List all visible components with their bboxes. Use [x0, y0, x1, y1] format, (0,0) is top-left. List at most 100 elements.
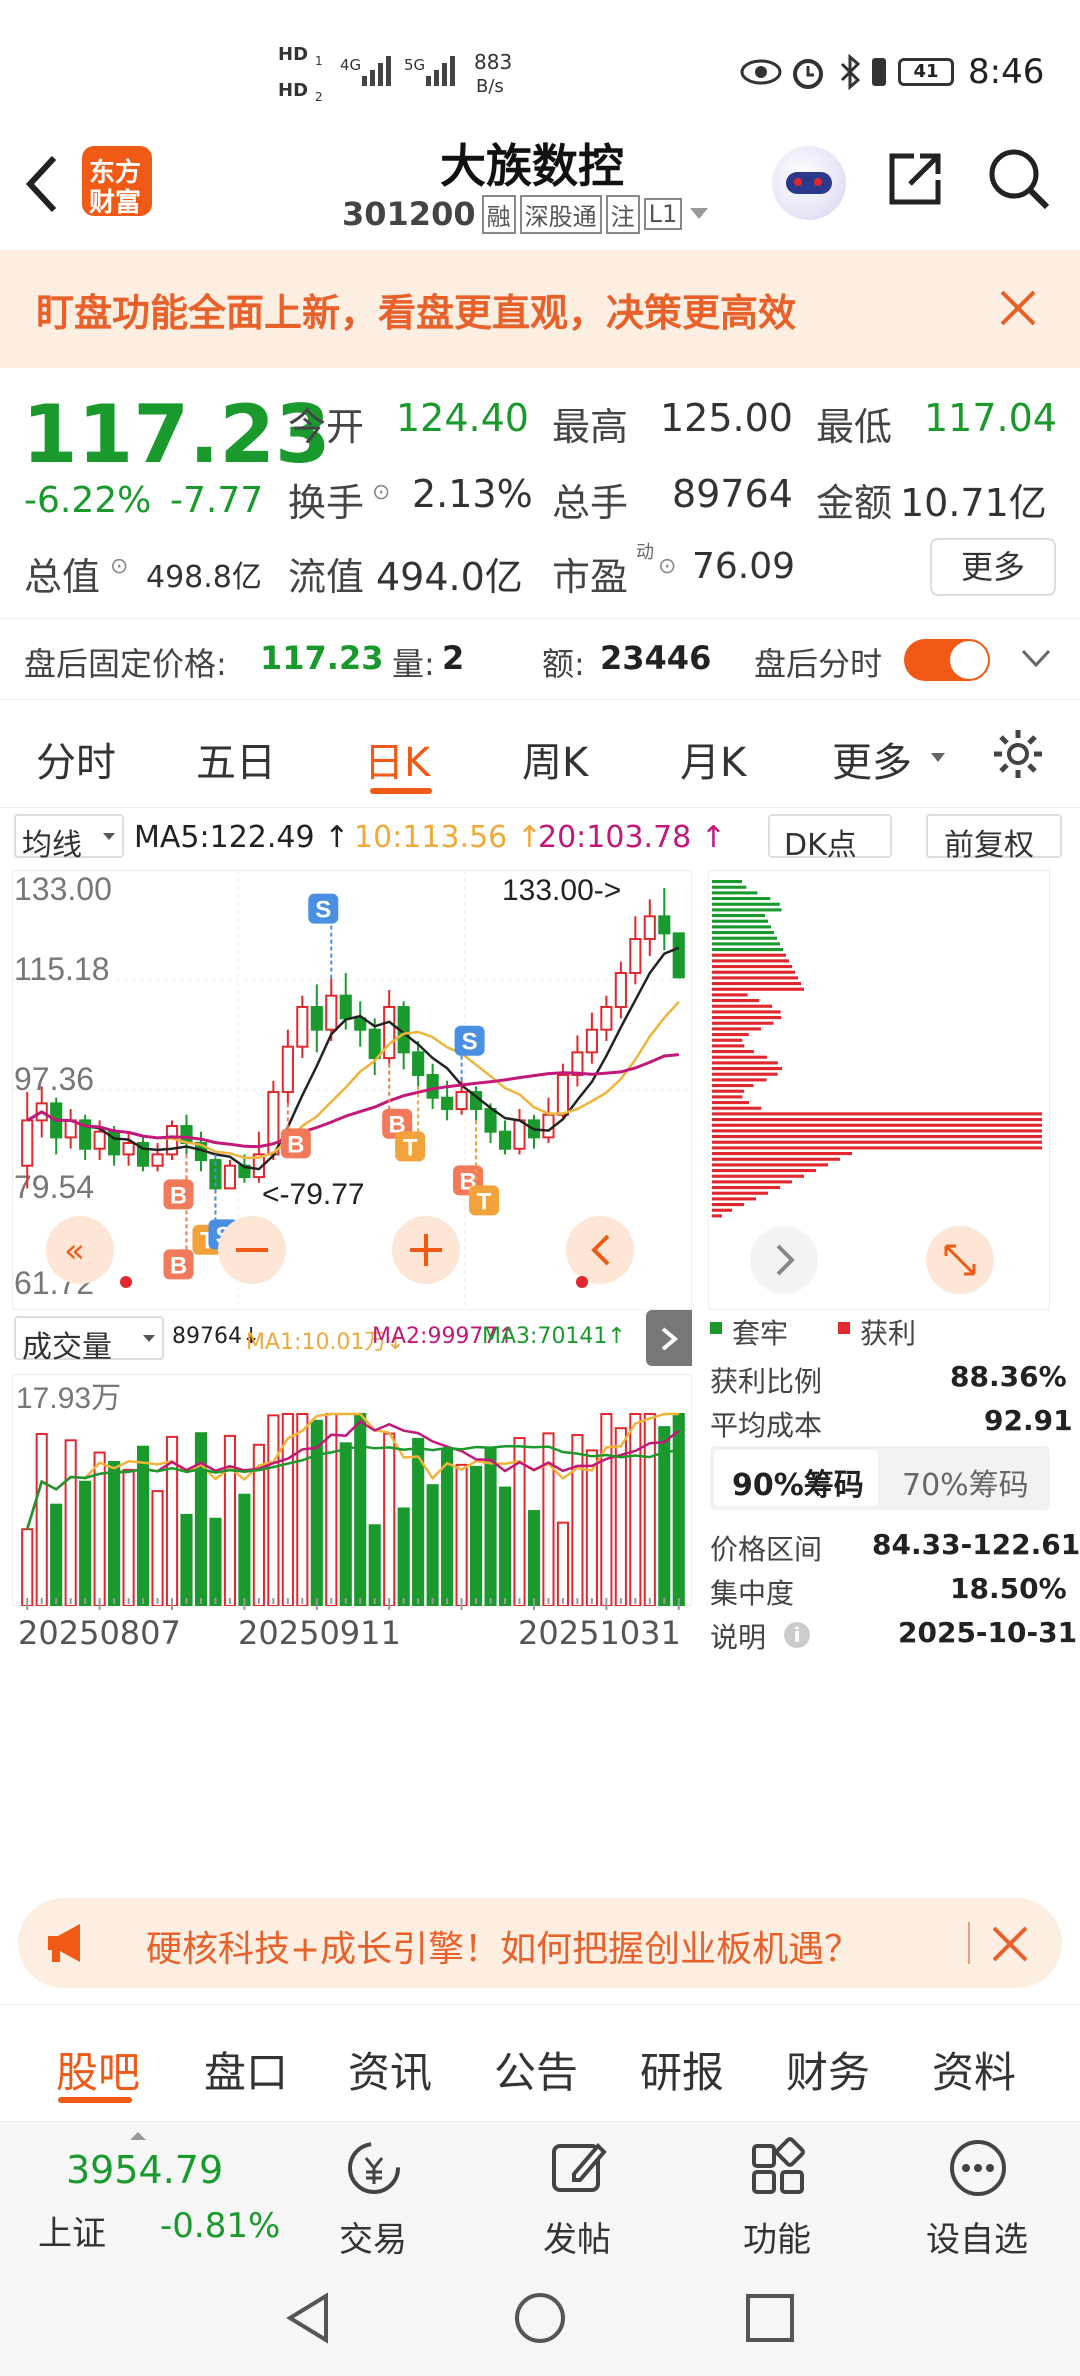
volume-chart[interactable]: 17.93万 20250807	[12, 1374, 692, 1606]
volume-bar	[585, 1449, 598, 1606]
expand-chevron-icon[interactable]	[1020, 647, 1052, 671]
chip-bar	[712, 908, 782, 912]
tab-five-day[interactable]: 五日	[196, 730, 276, 788]
chip-tab-70[interactable]: 70%筹码	[902, 1460, 1029, 1504]
candlestick-chart[interactable]: 133.00115.1897.3679.5461.72 SBTSBBTSBTB …	[12, 870, 692, 1310]
volume-bar	[368, 1524, 381, 1606]
range-label: 价格区间	[710, 1533, 823, 1566]
chip-next-button[interactable]	[750, 1226, 818, 1294]
ma-select[interactable]: 均线	[14, 814, 124, 863]
info-icon[interactable]: i	[784, 1622, 810, 1648]
system-back-icon[interactable]	[282, 2290, 334, 2346]
volume-bar	[267, 1414, 280, 1606]
subtab-research[interactable]: 研报	[640, 2039, 724, 2100]
close-icon[interactable]	[998, 288, 1038, 328]
subtab-news[interactable]: 资讯	[348, 2039, 432, 2100]
search-icon[interactable]	[986, 146, 1052, 212]
promo-banner[interactable]: 硬核科技+成长引擎！如何把握创业板机遇？	[18, 1898, 1062, 1988]
subtab-finance[interactable]: 财务	[786, 2039, 870, 2100]
volume-bar	[571, 1434, 584, 1606]
more-button[interactable]: 更多	[930, 538, 1056, 596]
note-date: 2025-10-31	[898, 1616, 1078, 1649]
chevron-down-icon	[931, 753, 945, 762]
vol-ma3: MA3:70141↑	[482, 1324, 626, 1349]
settings-gear-icon[interactable]	[990, 726, 1046, 782]
y-axis-label: 79.54	[14, 1169, 94, 1205]
system-recents-icon[interactable]	[744, 2292, 796, 2344]
chip-bar	[712, 1095, 743, 1099]
robot-assistant-icon[interactable]	[772, 146, 846, 220]
tab-more[interactable]: 更多	[832, 730, 912, 788]
hd2-sub: 2	[315, 90, 323, 104]
chip-bar	[712, 919, 768, 923]
adjust-select[interactable]: 前复权	[926, 814, 1062, 863]
subtab-orderbook[interactable]: 盘口	[204, 2039, 288, 2100]
chip-bar	[712, 999, 760, 1003]
low-label: 最低	[816, 405, 893, 449]
volume-bar	[108, 1461, 121, 1606]
chip-bar	[712, 1157, 840, 1161]
app-logo[interactable]: 东方 财富	[82, 146, 152, 218]
system-home-icon[interactable]	[512, 2290, 568, 2346]
high-value: 125.00	[660, 396, 793, 440]
chip-bar	[712, 1191, 768, 1195]
chip-bar	[712, 1186, 780, 1190]
subtab-announcements[interactable]: 公告	[494, 2039, 578, 2100]
subtab-profile[interactable]: 资料	[932, 2039, 1016, 2100]
volume-bar	[238, 1493, 251, 1606]
tab-daily-k[interactable]: 日K	[364, 730, 430, 788]
nav-watchlist-label: 设自选	[926, 2220, 1028, 2260]
volume-bar	[469, 1465, 483, 1606]
chip-bar	[712, 953, 786, 957]
subtab-forum[interactable]: 股吧	[56, 2039, 140, 2100]
stock-code-row[interactable]: 301200 融 深股通 注 L1	[342, 194, 710, 234]
chip-bar	[712, 1050, 754, 1054]
volume-bar	[122, 1468, 135, 1606]
volume-bar	[325, 1413, 338, 1606]
adjust-select-label: 前复权	[944, 828, 1034, 863]
volume-select[interactable]: 成交量	[14, 1316, 164, 1365]
volume-value: 89764	[672, 472, 793, 516]
profit-ratio-value: 88.36%	[950, 1360, 1067, 1393]
chip-bar	[712, 1021, 774, 1025]
step-left-button[interactable]	[566, 1216, 634, 1284]
eye-icon	[740, 59, 782, 85]
info-dots-icon-3[interactable]: ⊙	[658, 554, 676, 579]
tab-weekly-k[interactable]: 周K	[522, 730, 588, 788]
chip-bar	[712, 897, 771, 901]
chip-bar	[712, 1089, 745, 1093]
logo-text-2: 财富	[89, 188, 142, 218]
alarm-icon	[793, 59, 823, 89]
chip-bar	[712, 1146, 1042, 1150]
close-icon[interactable]	[990, 1924, 1030, 1964]
tab-monthly-k[interactable]: 月K	[680, 730, 746, 788]
info-dots-icon-2[interactable]: ⊙	[110, 554, 128, 579]
volume-label: 总手	[552, 481, 629, 525]
legend-profit: 获利	[860, 1317, 917, 1350]
volume-bar	[180, 1513, 193, 1606]
banner-text: 盯盘功能全面上新，看盘更直观，决策更高效	[36, 291, 797, 335]
indicator-expand-button[interactable]	[646, 1310, 692, 1366]
chip-bar	[712, 880, 742, 884]
info-dots-icon[interactable]: ⊙	[372, 480, 390, 505]
pe-value: 76.09	[692, 546, 796, 587]
chip-tab-90[interactable]: 90%筹码	[714, 1450, 878, 1506]
net-speed-unit: B/s	[476, 76, 504, 97]
chip-bar	[712, 1163, 828, 1167]
chip-distribution-chart[interactable]	[708, 870, 1050, 1310]
back-icon[interactable]	[22, 154, 62, 214]
change-amount: -7.77	[170, 480, 264, 521]
dk-select[interactable]: DK点	[768, 814, 892, 863]
ah-label: 盘后固定价格:	[24, 645, 227, 683]
amount-label: 金额	[816, 481, 893, 525]
share-icon[interactable]	[884, 148, 946, 210]
after-hours-toggle[interactable]	[904, 639, 990, 681]
tab-intraday[interactable]: 分时	[36, 730, 116, 788]
chevron-down-icon	[143, 1335, 155, 1342]
index-ticker[interactable]: 3954.79 上证 -0.81%	[0, 2122, 290, 2262]
notice-banner[interactable]: 盯盘功能全面上新，看盘更直观，决策更高效	[0, 250, 1080, 368]
stock-name: 大族数控	[440, 139, 624, 193]
edit-icon	[552, 2143, 607, 2192]
chip-bar	[712, 936, 777, 940]
volume-bar	[455, 1463, 468, 1606]
